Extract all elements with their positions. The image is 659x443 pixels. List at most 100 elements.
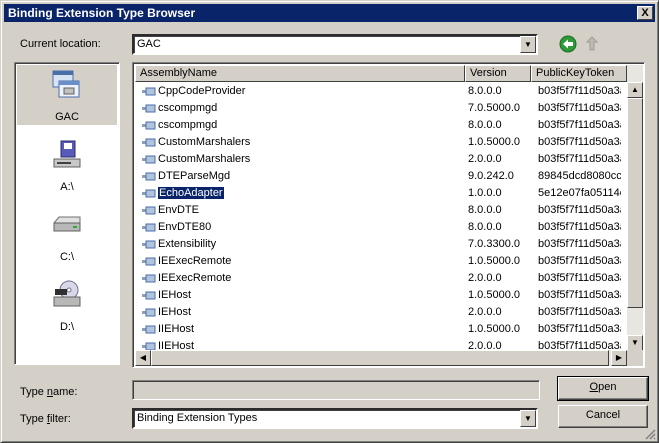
token-cell: b03f5f7f11d50a3a <box>538 323 621 335</box>
assembly-name: EchoAdapter <box>157 186 225 200</box>
horizontal-scroll-thumb[interactable] <box>151 350 609 366</box>
assembly-name-cell: IEHost <box>141 305 461 320</box>
cancel-button[interactable]: Cancel <box>558 405 648 428</box>
assembly-name-cell: IEExecRemote <box>141 254 461 269</box>
type-filter-value: Binding Extension Types <box>137 412 258 424</box>
scroll-left-button[interactable]: ◀ <box>135 350 151 366</box>
assembly-icon <box>142 121 156 130</box>
table-row[interactable]: EnvDTE80 8.0.0.0 b03f5f7f11d50a3a <box>135 219 621 236</box>
table-row[interactable]: EchoAdapter 1.0.0.0 5e12e07fa05114e8 <box>135 185 621 202</box>
assembly-name-cell: DTEParseMgd <box>141 169 461 184</box>
type-filter-combobox[interactable]: Binding Extension Types ▼ <box>132 408 538 429</box>
assembly-name: IIEHost <box>158 323 195 335</box>
assembly-icon <box>142 274 156 283</box>
scroll-down-button[interactable]: ▼ <box>627 335 643 351</box>
dvd-drive-icon <box>53 280 81 307</box>
table-row[interactable]: IEHost 2.0.0.0 b03f5f7f11d50a3a <box>135 304 621 321</box>
scroll-up-button[interactable]: ▲ <box>627 82 643 98</box>
up-folder-icon[interactable] <box>583 35 601 53</box>
version-cell: 8.0.0.0 <box>468 119 502 131</box>
table-row[interactable]: IIEHost 1.0.5000.0 b03f5f7f11d50a3a <box>135 321 621 338</box>
assembly-name-cell: CustomMarshalers <box>141 135 461 150</box>
table-row[interactable]: cscompmgd 8.0.0.0 b03f5f7f11d50a3a <box>135 117 621 134</box>
assembly-name: DTEParseMgd <box>158 170 231 182</box>
close-button[interactable]: X <box>637 6 653 20</box>
assembly-name: IEExecRemote <box>158 255 232 267</box>
assembly-icon <box>142 206 156 215</box>
window-title: Binding Extension Type Browser <box>8 6 196 20</box>
table-row[interactable]: DTEParseMgd 9.0.242.0 89845dcd8080cc91 <box>135 168 621 185</box>
place-a-drive[interactable]: A:\ <box>17 135 117 195</box>
assembly-name: CppCodeProvider <box>158 85 246 97</box>
token-cell: b03f5f7f11d50a3a <box>538 102 621 114</box>
table-row[interactable]: EnvDTE 8.0.0.0 b03f5f7f11d50a3a <box>135 202 621 219</box>
token-cell: b03f5f7f11d50a3a <box>538 255 621 267</box>
place-c-drive[interactable]: C:\ <box>17 205 117 265</box>
table-row[interactable]: IEExecRemote 2.0.0.0 b03f5f7f11d50a3a <box>135 270 621 287</box>
type-name-label: Type name: <box>20 386 78 398</box>
assembly-name: CustomMarshalers <box>158 136 251 148</box>
assembly-icon <box>142 223 156 232</box>
table-row[interactable]: cscompmgd 7.0.5000.0 b03f5f7f11d50a3a <box>135 100 621 117</box>
assembly-icon <box>142 138 156 147</box>
chevron-down-icon[interactable]: ▼ <box>520 36 536 53</box>
location-combobox[interactable]: GAC ▼ <box>132 34 538 55</box>
column-header-publickeytoken[interactable]: PublicKeyToken <box>531 65 627 82</box>
table-row[interactable]: IEHost 1.0.5000.0 b03f5f7f11d50a3a <box>135 287 621 304</box>
version-cell: 1.0.5000.0 <box>468 323 520 335</box>
token-cell: b03f5f7f11d50a3a <box>538 272 621 284</box>
hard-drive-icon <box>53 216 81 232</box>
version-cell: 2.0.0.0 <box>468 272 502 284</box>
assembly-icon <box>142 172 156 181</box>
assembly-name-cell: IEHost <box>141 288 461 303</box>
version-cell: 1.0.0.0 <box>468 187 502 199</box>
assembly-icon <box>142 308 156 317</box>
assembly-list[interactable]: AssemblyName Version PublicKeyToken CppC… <box>132 62 645 368</box>
assembly-icon <box>142 240 156 249</box>
resize-grip-icon[interactable] <box>644 428 656 440</box>
table-row[interactable]: CustomMarshalers 1.0.5000.0 b03f5f7f11d50a… <box>135 134 621 151</box>
version-cell: 1.0.5000.0 <box>468 289 520 301</box>
location-value: GAC <box>137 38 161 50</box>
column-header-assemblyname[interactable]: AssemblyName <box>135 65 465 82</box>
vertical-scroll-thumb[interactable] <box>627 98 643 308</box>
place-gac[interactable]: GAC <box>17 65 117 125</box>
assembly-name: EnvDTE80 <box>158 221 212 233</box>
table-row[interactable]: CustomMarshalers 2.0.0.0 b03f5f7f11d50a3a <box>135 151 621 168</box>
token-cell: b03f5f7f11d50a3a <box>538 119 621 131</box>
token-cell: 89845dcd8080cc91 <box>538 170 621 182</box>
back-arrow-icon[interactable] <box>559 35 577 53</box>
assembly-name-cell: cscompmgd <box>141 101 461 116</box>
version-cell: 8.0.0.0 <box>468 85 502 97</box>
assembly-name-cell: IIEHost <box>141 322 461 337</box>
column-header-version[interactable]: Version <box>465 65 531 82</box>
horizontal-scrollbar[interactable]: ◀ ▶ <box>135 350 627 366</box>
table-row[interactable]: Extensibility 7.0.3300.0 b03f5f7f11d50a3a <box>135 236 621 253</box>
open-button[interactable]: Open <box>557 376 649 401</box>
places-bar: GAC A:\ C:\ D:\ <box>14 62 120 365</box>
assembly-name-cell: CppCodeProvider <box>141 84 461 99</box>
assembly-icon <box>142 291 156 300</box>
version-cell: 7.0.3300.0 <box>468 238 520 250</box>
type-name-field[interactable] <box>132 380 540 400</box>
floppy-drive-icon <box>53 140 81 168</box>
vertical-scrollbar[interactable]: ▲ ▼ <box>627 65 643 351</box>
chevron-down-icon[interactable]: ▼ <box>520 410 536 427</box>
current-location-label: Current location: <box>20 38 101 50</box>
version-cell: 1.0.5000.0 <box>468 255 520 267</box>
token-cell: b03f5f7f11d50a3a <box>538 221 621 233</box>
place-label: A:\ <box>60 181 74 193</box>
assembly-name: cscompmgd <box>158 119 218 131</box>
table-row[interactable]: IEExecRemote 1.0.5000.0 b03f5f7f11d50a3a <box>135 253 621 270</box>
assembly-name-cell: cscompmgd <box>141 118 461 133</box>
token-cell: b03f5f7f11d50a3a <box>538 289 621 301</box>
assembly-icon <box>142 155 156 164</box>
assembly-name-cell: CustomMarshalers <box>141 152 461 167</box>
type-filter-label: Type filter: <box>20 413 71 425</box>
table-row[interactable]: CppCodeProvider 8.0.0.0 b03f5f7f11d50a3a <box>135 83 621 100</box>
title-bar: Binding Extension Type Browser X <box>4 4 655 22</box>
version-cell: 9.0.242.0 <box>468 170 514 182</box>
place-d-drive[interactable]: D:\ <box>17 275 117 335</box>
token-cell: b03f5f7f11d50a3a <box>538 306 621 318</box>
scroll-right-button[interactable]: ▶ <box>611 350 627 366</box>
